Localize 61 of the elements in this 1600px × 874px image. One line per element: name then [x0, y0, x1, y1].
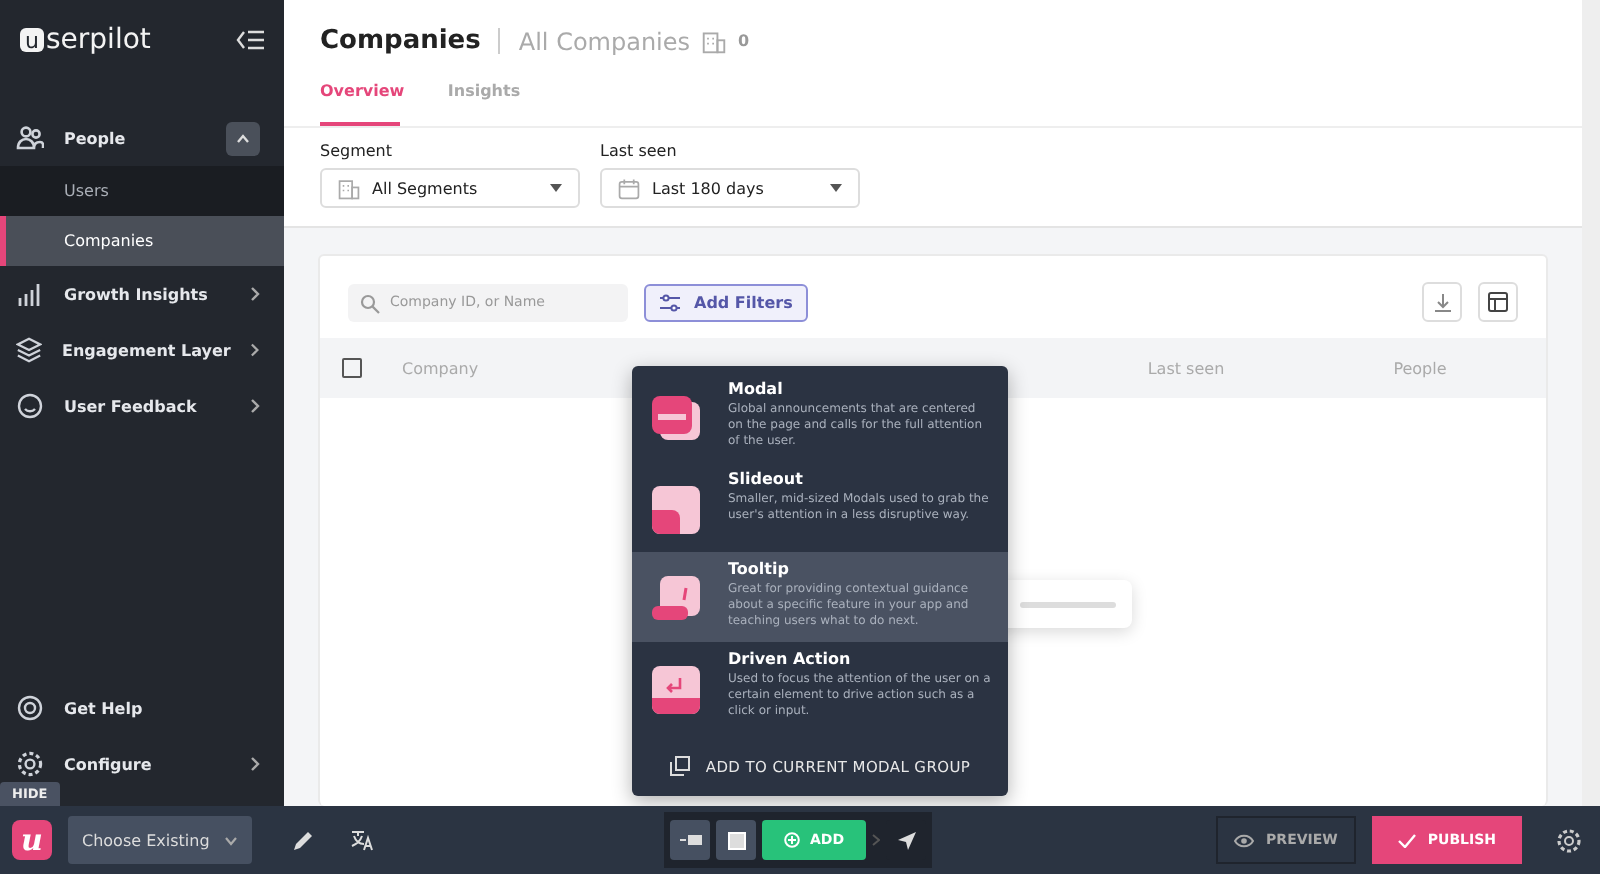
slideout-icon: [679, 834, 701, 846]
nav-subitem[interactable]: Users: [0, 166, 284, 216]
stacked-squares-icon: [669, 756, 690, 776]
page-title: Companies: [320, 26, 481, 56]
translate-icon: [350, 829, 374, 851]
chevron-right-icon: [250, 398, 260, 414]
select-all-checkbox[interactable]: [342, 358, 362, 378]
help-icon: [16, 694, 44, 722]
building-icon: [338, 177, 360, 199]
tooltip-icon: [652, 576, 700, 624]
chevron-right-icon: [250, 342, 260, 358]
calendar-icon: [618, 177, 640, 199]
download-button[interactable]: [1422, 282, 1462, 322]
chevron-right-icon: [250, 286, 260, 302]
modal-icon: [652, 396, 700, 444]
search-icon: [360, 293, 380, 313]
layers-icon: [16, 336, 43, 364]
download-icon: [1433, 293, 1451, 311]
eye-icon: [1234, 833, 1255, 847]
app-logo[interactable]: u serpilot: [20, 24, 151, 56]
nav-item[interactable]: User Feedback: [0, 378, 284, 434]
chevron-down-icon: [224, 835, 238, 845]
bar-chart-icon: [16, 280, 44, 308]
smiley-icon: [16, 392, 44, 420]
collapse-menu-icon: [236, 30, 264, 50]
table-icon: [1488, 292, 1508, 312]
column-header: Last seen: [1145, 359, 1227, 377]
filter-label: Last seen: [600, 142, 679, 160]
column-header: Company: [402, 359, 481, 377]
modal-icon: [727, 831, 745, 849]
choose-existing-dropdown[interactable]: Choose Existing: [68, 816, 252, 864]
chevron-up-icon: [236, 133, 250, 143]
slideout-icon: [652, 486, 700, 534]
company-count: 0: [738, 32, 750, 50]
pencil-icon: [291, 829, 313, 851]
nav-item[interactable]: Get Help: [0, 680, 284, 736]
add-filters-button[interactable]: Add Filters: [644, 283, 809, 321]
page-subtitle: All Companies: [518, 27, 691, 55]
driven-action-icon: [652, 666, 700, 714]
check-icon: [1397, 833, 1416, 847]
caret-down-icon: [550, 184, 562, 192]
column-header: People: [1391, 359, 1449, 377]
app-logo[interactable]: u: [12, 820, 52, 860]
chevron-right-icon: [872, 834, 881, 846]
filter-sliders-icon: [660, 293, 680, 311]
columns-button[interactable]: [1478, 282, 1518, 322]
nav-subitem[interactable]: Companies: [0, 216, 284, 266]
plus-circle-icon: [784, 832, 800, 848]
nav-item[interactable]: People: [0, 110, 284, 166]
filter-dropdown[interactable]: All Segments: [320, 168, 580, 208]
building-icon: [702, 29, 727, 53]
nav-item[interactable]: Engagement Layer: [0, 322, 284, 378]
people-icon: [16, 124, 44, 152]
gear-icon: [16, 750, 44, 778]
navigation-arrow-icon: [897, 831, 916, 849]
chevron-right-icon: [250, 756, 260, 772]
filter-dropdown[interactable]: Last 180 days: [600, 168, 860, 208]
filter-label: Segment: [320, 142, 394, 160]
nav-item[interactable]: Growth Insights: [0, 266, 284, 322]
caret-down-icon: [830, 184, 842, 192]
settings-icon: [1555, 827, 1581, 853]
